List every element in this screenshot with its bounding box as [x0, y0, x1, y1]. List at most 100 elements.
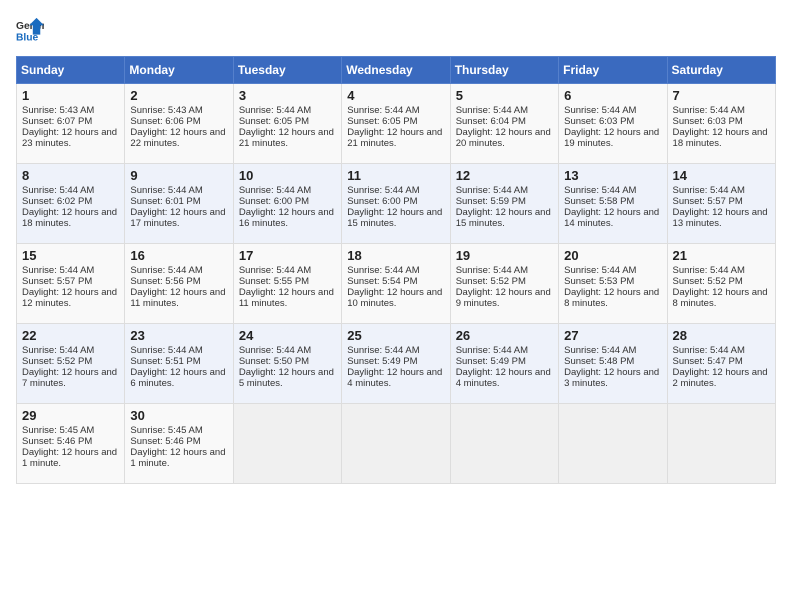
day-number: 20	[564, 248, 661, 263]
sunset-label: Sunset: 5:52 PM	[22, 356, 92, 367]
sunrise-label: Sunrise: 5:43 AM	[22, 105, 94, 116]
sunrise-label: Sunrise: 5:44 AM	[564, 265, 636, 276]
day-number: 16	[130, 248, 227, 263]
day-number: 1	[22, 88, 119, 103]
calendar-cell: 1 Sunrise: 5:43 AM Sunset: 6:07 PM Dayli…	[17, 84, 125, 164]
calendar-cell: 25 Sunrise: 5:44 AM Sunset: 5:49 PM Dayl…	[342, 324, 450, 404]
calendar-cell: 7 Sunrise: 5:44 AM Sunset: 6:03 PM Dayli…	[667, 84, 775, 164]
sunset-label: Sunset: 6:01 PM	[130, 196, 200, 207]
calendar-cell: 9 Sunrise: 5:44 AM Sunset: 6:01 PM Dayli…	[125, 164, 233, 244]
day-number: 25	[347, 328, 444, 343]
sunset-label: Sunset: 5:57 PM	[673, 196, 743, 207]
sunrise-label: Sunrise: 5:44 AM	[239, 185, 311, 196]
daylight-label: Daylight: 12 hours and 23 minutes.	[22, 127, 117, 149]
calendar-cell: 21 Sunrise: 5:44 AM Sunset: 5:52 PM Dayl…	[667, 244, 775, 324]
day-number: 22	[22, 328, 119, 343]
sunset-label: Sunset: 6:00 PM	[347, 196, 417, 207]
sunset-label: Sunset: 5:49 PM	[456, 356, 526, 367]
daylight-label: Daylight: 12 hours and 6 minutes.	[130, 367, 225, 389]
sunset-label: Sunset: 5:52 PM	[673, 276, 743, 287]
day-number: 26	[456, 328, 553, 343]
calendar-cell: 30 Sunrise: 5:45 AM Sunset: 5:46 PM Dayl…	[125, 404, 233, 484]
day-number: 24	[239, 328, 336, 343]
sunset-label: Sunset: 6:05 PM	[239, 116, 309, 127]
sunset-label: Sunset: 5:49 PM	[347, 356, 417, 367]
calendar-cell: 8 Sunrise: 5:44 AM Sunset: 6:02 PM Dayli…	[17, 164, 125, 244]
sunrise-label: Sunrise: 5:44 AM	[564, 105, 636, 116]
daylight-label: Daylight: 12 hours and 19 minutes.	[564, 127, 659, 149]
day-number: 9	[130, 168, 227, 183]
col-header-sunday: Sunday	[17, 57, 125, 84]
calendar-week-1: 8 Sunrise: 5:44 AM Sunset: 6:02 PM Dayli…	[17, 164, 776, 244]
calendar-cell: 10 Sunrise: 5:44 AM Sunset: 6:00 PM Dayl…	[233, 164, 341, 244]
calendar-table: SundayMondayTuesdayWednesdayThursdayFrid…	[16, 56, 776, 484]
sunrise-label: Sunrise: 5:44 AM	[673, 185, 745, 196]
day-number: 5	[456, 88, 553, 103]
sunset-label: Sunset: 6:03 PM	[673, 116, 743, 127]
day-number: 29	[22, 408, 119, 423]
sunset-label: Sunset: 5:52 PM	[456, 276, 526, 287]
calendar-cell	[233, 404, 341, 484]
day-number: 12	[456, 168, 553, 183]
daylight-label: Daylight: 12 hours and 17 minutes.	[130, 207, 225, 229]
sunset-label: Sunset: 5:57 PM	[22, 276, 92, 287]
daylight-label: Daylight: 12 hours and 18 minutes.	[22, 207, 117, 229]
calendar-cell: 29 Sunrise: 5:45 AM Sunset: 5:46 PM Dayl…	[17, 404, 125, 484]
sunrise-label: Sunrise: 5:44 AM	[347, 105, 419, 116]
day-number: 3	[239, 88, 336, 103]
sunrise-label: Sunrise: 5:44 AM	[347, 345, 419, 356]
logo-icon: General Blue	[16, 16, 44, 44]
sunset-label: Sunset: 5:51 PM	[130, 356, 200, 367]
sunrise-label: Sunrise: 5:44 AM	[22, 345, 94, 356]
calendar-week-0: 1 Sunrise: 5:43 AM Sunset: 6:07 PM Dayli…	[17, 84, 776, 164]
col-header-friday: Friday	[559, 57, 667, 84]
calendar-cell: 17 Sunrise: 5:44 AM Sunset: 5:55 PM Dayl…	[233, 244, 341, 324]
calendar-week-3: 22 Sunrise: 5:44 AM Sunset: 5:52 PM Dayl…	[17, 324, 776, 404]
sunrise-label: Sunrise: 5:44 AM	[564, 345, 636, 356]
calendar-cell: 3 Sunrise: 5:44 AM Sunset: 6:05 PM Dayli…	[233, 84, 341, 164]
calendar-cell: 14 Sunrise: 5:44 AM Sunset: 5:57 PM Dayl…	[667, 164, 775, 244]
day-number: 19	[456, 248, 553, 263]
sunrise-label: Sunrise: 5:44 AM	[673, 345, 745, 356]
daylight-label: Daylight: 12 hours and 13 minutes.	[673, 207, 768, 229]
daylight-label: Daylight: 12 hours and 4 minutes.	[456, 367, 551, 389]
sunrise-label: Sunrise: 5:45 AM	[22, 425, 94, 436]
sunrise-label: Sunrise: 5:44 AM	[22, 185, 94, 196]
calendar-cell: 20 Sunrise: 5:44 AM Sunset: 5:53 PM Dayl…	[559, 244, 667, 324]
daylight-label: Daylight: 12 hours and 3 minutes.	[564, 367, 659, 389]
calendar-cell: 11 Sunrise: 5:44 AM Sunset: 6:00 PM Dayl…	[342, 164, 450, 244]
sunrise-label: Sunrise: 5:43 AM	[130, 105, 202, 116]
day-number: 13	[564, 168, 661, 183]
sunrise-label: Sunrise: 5:44 AM	[673, 265, 745, 276]
day-number: 23	[130, 328, 227, 343]
daylight-label: Daylight: 12 hours and 14 minutes.	[564, 207, 659, 229]
sunrise-label: Sunrise: 5:44 AM	[239, 105, 311, 116]
sunrise-label: Sunrise: 5:44 AM	[239, 345, 311, 356]
sunset-label: Sunset: 6:00 PM	[239, 196, 309, 207]
daylight-label: Daylight: 12 hours and 8 minutes.	[564, 287, 659, 309]
daylight-label: Daylight: 12 hours and 11 minutes.	[130, 287, 225, 309]
daylight-label: Daylight: 12 hours and 20 minutes.	[456, 127, 551, 149]
col-header-monday: Monday	[125, 57, 233, 84]
calendar-cell: 19 Sunrise: 5:44 AM Sunset: 5:52 PM Dayl…	[450, 244, 558, 324]
sunset-label: Sunset: 6:07 PM	[22, 116, 92, 127]
col-header-thursday: Thursday	[450, 57, 558, 84]
sunrise-label: Sunrise: 5:44 AM	[456, 265, 528, 276]
daylight-label: Daylight: 12 hours and 2 minutes.	[673, 367, 768, 389]
calendar-cell: 28 Sunrise: 5:44 AM Sunset: 5:47 PM Dayl…	[667, 324, 775, 404]
sunrise-label: Sunrise: 5:44 AM	[456, 105, 528, 116]
sunrise-label: Sunrise: 5:44 AM	[22, 265, 94, 276]
col-header-wednesday: Wednesday	[342, 57, 450, 84]
daylight-label: Daylight: 12 hours and 7 minutes.	[22, 367, 117, 389]
calendar-cell: 22 Sunrise: 5:44 AM Sunset: 5:52 PM Dayl…	[17, 324, 125, 404]
calendar-cell	[450, 404, 558, 484]
sunrise-label: Sunrise: 5:44 AM	[564, 185, 636, 196]
day-number: 14	[673, 168, 770, 183]
sunrise-label: Sunrise: 5:44 AM	[347, 185, 419, 196]
daylight-label: Daylight: 12 hours and 21 minutes.	[239, 127, 334, 149]
day-number: 6	[564, 88, 661, 103]
calendar-cell: 23 Sunrise: 5:44 AM Sunset: 5:51 PM Dayl…	[125, 324, 233, 404]
calendar-cell	[342, 404, 450, 484]
sunset-label: Sunset: 5:53 PM	[564, 276, 634, 287]
day-number: 17	[239, 248, 336, 263]
